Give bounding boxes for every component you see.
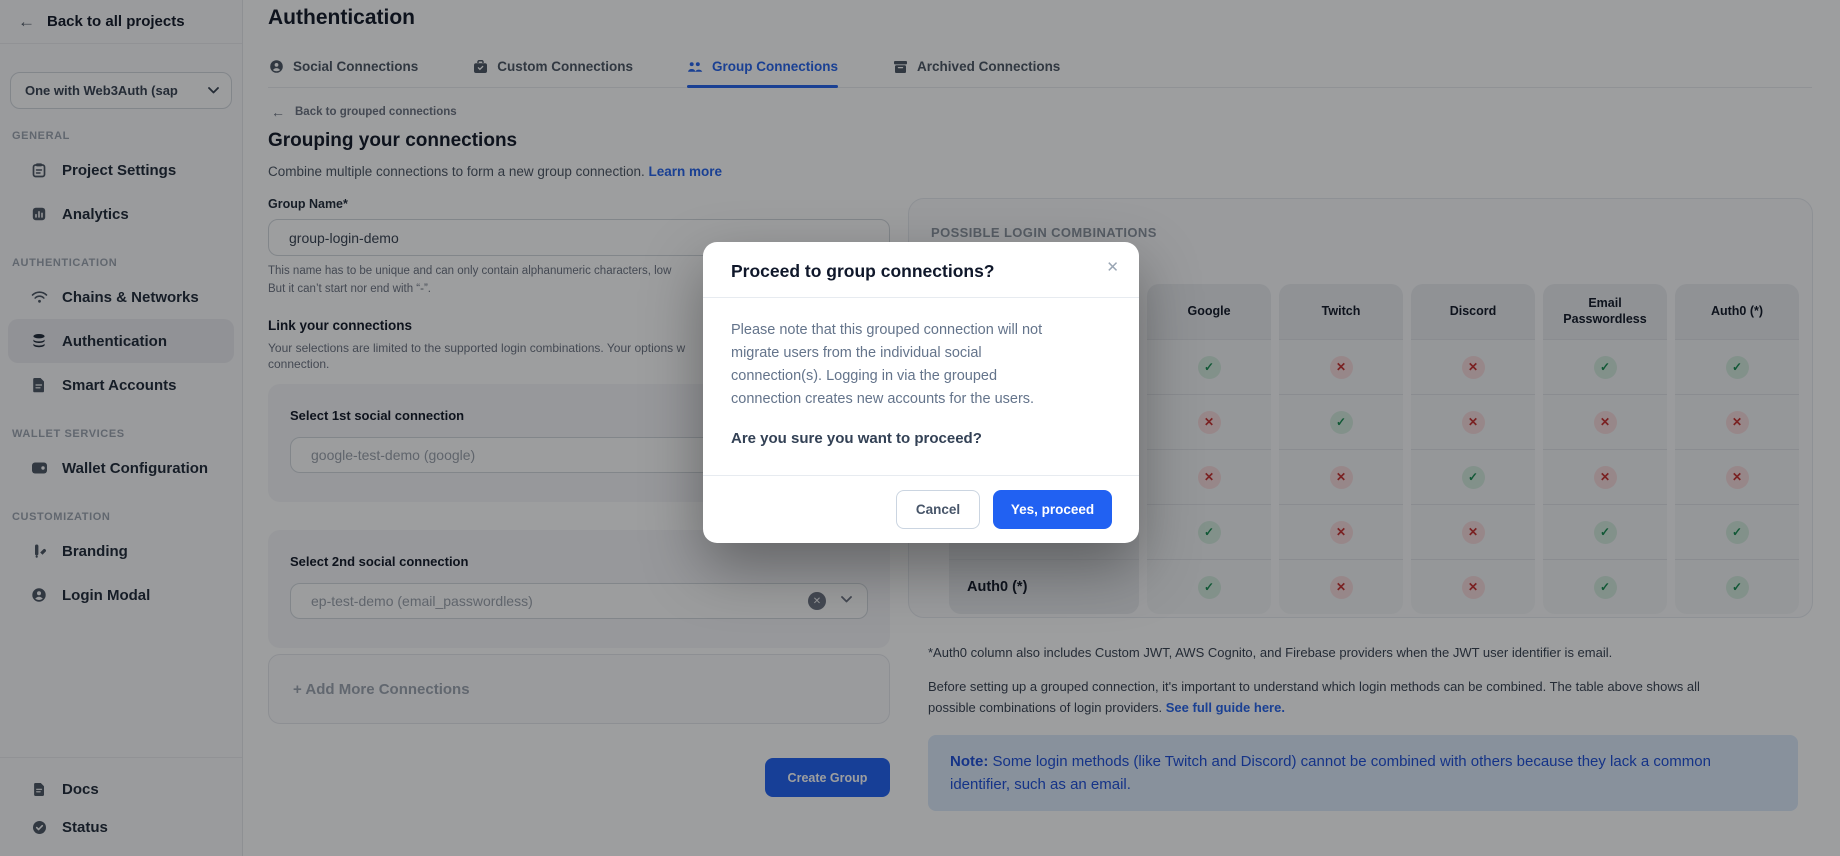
- yes-proceed-button[interactable]: Yes, proceed: [993, 490, 1112, 529]
- modal-header: Proceed to group connections? ✕: [703, 242, 1139, 298]
- modal-body: Please note that this grouped connection…: [703, 298, 1139, 447]
- modal-question: Are you sure you want to proceed?: [731, 430, 1111, 447]
- close-icon[interactable]: ✕: [1102, 254, 1123, 280]
- modal-footer: Cancel Yes, proceed: [703, 475, 1139, 543]
- app-root: ← Back to all projects One with Web3Auth…: [0, 0, 1840, 856]
- proceed-modal: Proceed to group connections? ✕ Please n…: [703, 242, 1139, 543]
- cancel-button[interactable]: Cancel: [896, 490, 980, 529]
- modal-title: Proceed to group connections?: [731, 261, 1111, 282]
